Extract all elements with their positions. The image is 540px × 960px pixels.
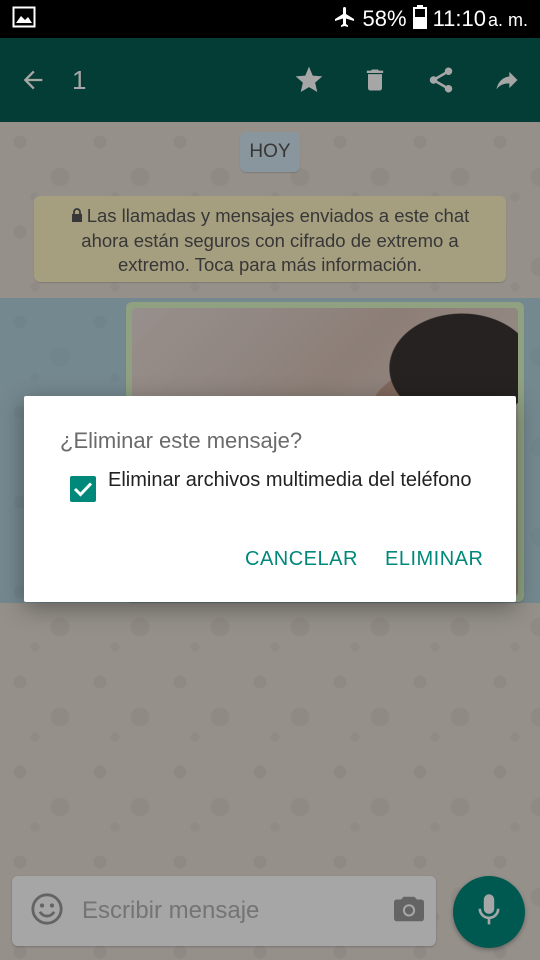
status-bar: 58% 11:10 a. m.: [0, 0, 540, 38]
clock-ampm: a. m.: [487, 10, 528, 30]
delete-media-option[interactable]: Eliminar archivos multimedia del teléfon…: [70, 468, 480, 502]
delete-message-dialog: ¿Eliminar este mensaje? Eliminar archivo…: [24, 396, 516, 602]
battery-icon: [412, 4, 427, 34]
dialog-title: ¿Eliminar este mensaje?: [60, 428, 303, 453]
delete-media-checkbox[interactable]: [70, 476, 96, 502]
airplane-mode-icon: [333, 5, 357, 34]
cancel-button[interactable]: CANCELAR: [245, 548, 358, 571]
battery-percentage: 58%: [362, 6, 407, 31]
check-icon: [73, 482, 93, 497]
clock-time: 11:10: [432, 6, 486, 31]
delete-button[interactable]: ELIMINAR: [385, 548, 483, 571]
gallery-icon: [12, 6, 36, 33]
clock: 11:10 a. m.: [433, 6, 528, 32]
delete-media-label[interactable]: Eliminar archivos multimedia del teléfon…: [108, 468, 472, 492]
